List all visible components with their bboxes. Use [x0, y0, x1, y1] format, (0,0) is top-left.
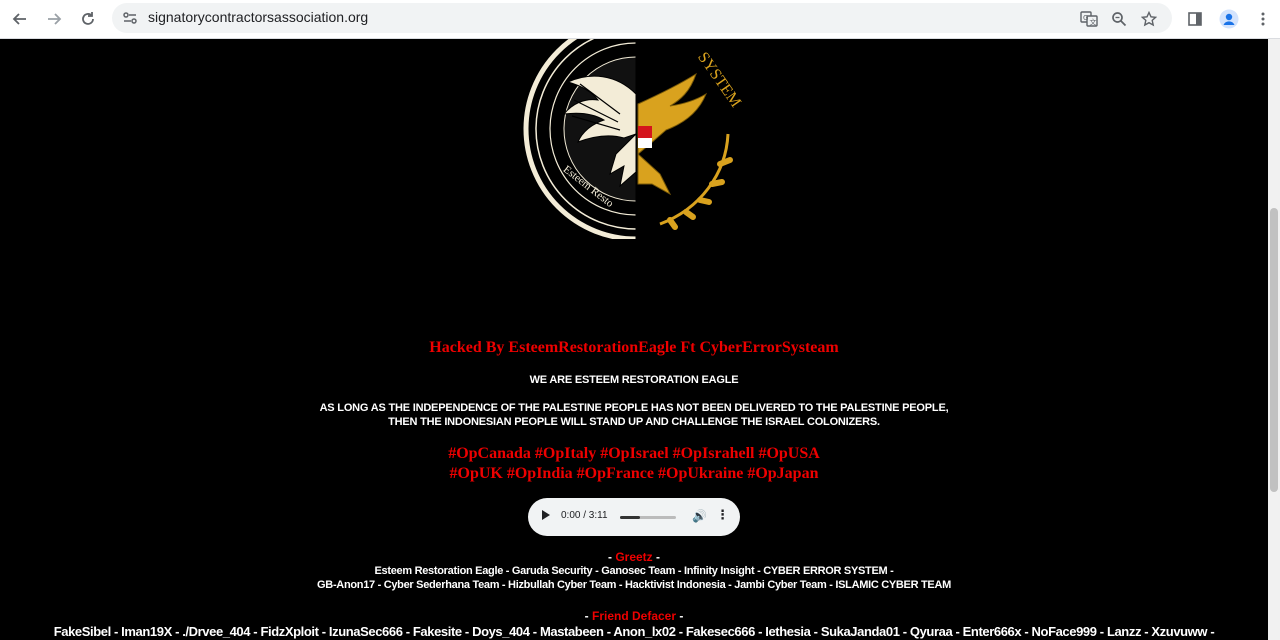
zoom-icon[interactable]	[1108, 8, 1130, 30]
greetz-suffix: -	[652, 550, 661, 564]
greetz-label: Greetz	[615, 550, 653, 564]
friends-prefix: -	[584, 609, 592, 623]
browser-toolbar: signatorycontractorsassociation.org G文	[0, 0, 1280, 39]
audio-progress-bar[interactable]	[620, 516, 676, 519]
forward-arrow-icon[interactable]	[42, 7, 66, 31]
svg-text:文: 文	[1090, 18, 1097, 27]
menu-icon[interactable]	[1251, 7, 1275, 31]
audio-player[interactable]: 0:00 / 3:11 🔊 ⋮	[528, 498, 740, 536]
reload-icon[interactable]	[76, 7, 100, 31]
greetz-line-2: GB-Anon17 - Cyber Sederhana Team - Hizbu…	[317, 579, 951, 591]
friends-label: Friend Defacer	[591, 609, 677, 623]
message-line-2: THEN THE INDONESIAN PEOPLE WILL STAND UP…	[388, 416, 880, 428]
greetz-title: - Greetz -	[0, 550, 1268, 564]
audio-progress-fill	[620, 516, 640, 519]
site-info-icon[interactable]	[122, 10, 138, 26]
address-bar[interactable]: signatorycontractorsassociation.org G文	[112, 3, 1172, 33]
svg-text:G: G	[1083, 14, 1088, 22]
scrollbar-thumb[interactable]	[1270, 208, 1278, 492]
friends-suffix: -	[676, 609, 684, 623]
play-icon[interactable]	[542, 510, 550, 520]
url-text[interactable]: signatorycontractorsassociation.org	[148, 9, 368, 25]
friends-title: - Friend Defacer -	[0, 609, 1268, 623]
ops-hashtags-line-2: #OpUK #OpIndia #OpFrance #OpUkraine #OpJ…	[449, 465, 819, 482]
subhead: WE ARE ESTEEM RESTORATION EAGLE	[529, 374, 739, 386]
audio-time: 0:00 / 3:11	[561, 510, 608, 521]
profile-icon[interactable]	[1217, 7, 1241, 31]
translate-icon[interactable]: G文	[1078, 8, 1100, 30]
ops-hashtags-line-1: #OpCanada #OpItaly #OpIsrael #OpIsrahell…	[448, 445, 820, 462]
friends-line-1: FakeSibel - Iman19X - ./Drvee_404 - Fidz…	[53, 624, 1215, 639]
page-content: Esteem Resto SYSTEM Hacked By EsteemRest…	[0, 39, 1268, 640]
back-arrow-icon[interactable]	[8, 7, 32, 31]
side-panel-icon[interactable]	[1183, 7, 1207, 31]
bookmark-star-icon[interactable]	[1138, 8, 1160, 30]
eagle-logo: Esteem Resto SYSTEM	[523, 39, 748, 239]
greetz-line-1: Esteem Restoration Eagle - Garuda Securi…	[374, 565, 894, 577]
message-line-1: AS LONG AS THE INDEPENDENCE OF THE PALES…	[319, 402, 949, 414]
more-options-icon[interactable]: ⋮	[716, 508, 729, 523]
volume-icon[interactable]: 🔊	[692, 509, 707, 523]
hacked-by-headline: Hacked By EsteemRestorationEagle Ft Cybe…	[429, 339, 839, 356]
